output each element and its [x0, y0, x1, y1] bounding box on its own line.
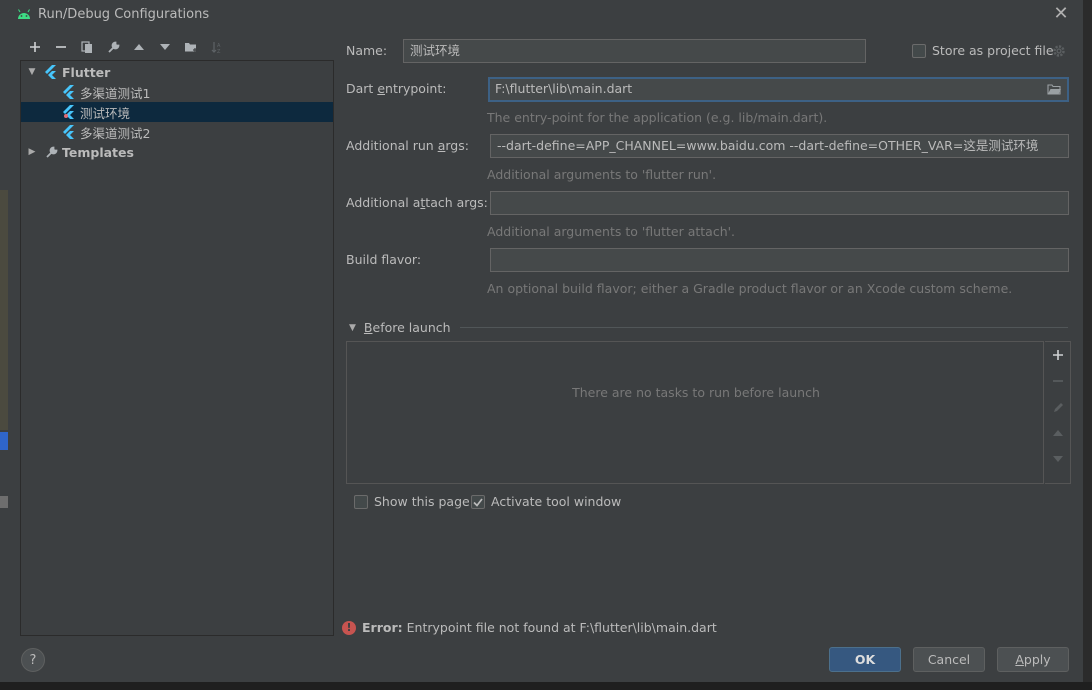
sort-icon[interactable]: AZ — [204, 37, 230, 57]
entrypoint-label: Dart entrypoint: — [346, 81, 446, 96]
configuration-tree: ▼ Flutter 多渠道测试1 测试环境 多渠道测试2 ▶ Templates — [20, 60, 334, 636]
build-flavor-hint: An optional build flavor; either a Gradl… — [487, 281, 1013, 296]
tree-item-config-3[interactable]: 多渠道测试2 — [21, 122, 333, 142]
android-icon — [18, 9, 30, 19]
tree-group-templates[interactable]: ▶ Templates — [21, 142, 333, 162]
new-folder-icon[interactable] — [178, 37, 204, 57]
background-bottom-strip — [0, 682, 1092, 690]
wrench-icon — [43, 144, 59, 160]
before-launch-toggle[interactable]: ▼ Before launch — [349, 320, 451, 335]
tree-item-label: 多渠道测试2 — [80, 125, 151, 141]
store-as-project-file-label[interactable]: Store as project file — [932, 43, 1054, 58]
add-task-icon[interactable] — [1045, 344, 1071, 366]
name-field[interactable]: 测试环境 — [403, 39, 866, 63]
section-divider — [460, 327, 1068, 328]
label-part: Additional a — [346, 195, 421, 210]
show-this-page-label[interactable]: Show this page — [374, 494, 470, 509]
apply-button[interactable]: Apply — [997, 647, 1069, 672]
name-label: Name: — [346, 43, 387, 58]
label-mnemonic: A — [1015, 652, 1024, 667]
flutter-icon — [61, 124, 77, 140]
add-icon[interactable] — [22, 37, 48, 57]
attach-args-hint: Additional arguments to 'flutter attach'… — [487, 224, 736, 239]
expanded-arrow-icon[interactable]: ▼ — [27, 67, 37, 77]
tree-item-label: 多渠道测试1 — [80, 85, 151, 101]
run-args-field[interactable]: --dart-define=APP_CHANNEL=www.baidu.com … — [490, 134, 1069, 158]
before-launch-task-list[interactable]: There are no tasks to run before launch — [346, 341, 1044, 484]
run-args-hint: Additional arguments to 'flutter run'. — [487, 167, 717, 182]
move-task-up-icon[interactable] — [1045, 422, 1071, 444]
before-launch-toolbar — [1045, 341, 1071, 484]
close-button[interactable]: ✕ — [1052, 5, 1070, 23]
label-part: tach args: — [425, 195, 488, 210]
attach-args-label: Additional attach args: — [346, 195, 488, 210]
background-gutter-band — [0, 190, 8, 430]
tree-group-flutter[interactable]: ▼ Flutter — [21, 62, 333, 82]
copy-icon[interactable] — [74, 37, 100, 57]
tree-group-label: Templates — [62, 144, 134, 160]
entrypoint-hint: The entry-point for the application (e.g… — [487, 110, 828, 125]
help-button[interactable]: ? — [21, 648, 45, 672]
store-as-project-file-checkbox[interactable] — [912, 44, 926, 58]
flutter-icon — [43, 64, 59, 80]
cancel-button[interactable]: Cancel — [913, 647, 985, 672]
config-toolbar: AZ — [22, 37, 230, 57]
before-launch-title: Before launch — [364, 320, 451, 335]
label-mnemonic: e — [377, 81, 386, 96]
svg-text:Z: Z — [217, 49, 221, 54]
checkmark-icon — [473, 497, 483, 507]
error-icon: ! — [342, 620, 356, 635]
build-flavor-field[interactable] — [490, 248, 1069, 272]
move-up-icon[interactable] — [126, 37, 152, 57]
before-launch-empty-text: There are no tasks to run before launch — [572, 385, 820, 400]
error-message-row: ! Error: Entrypoint file not found at F:… — [342, 620, 717, 635]
error-label: Error: — [362, 620, 403, 635]
label-part: Additional run — [346, 138, 438, 153]
remove-icon[interactable] — [48, 37, 74, 57]
label-part: rgs: — [445, 138, 469, 153]
show-this-page-checkbox[interactable] — [354, 495, 368, 509]
flutter-icon — [61, 104, 77, 120]
activate-tool-window-checkbox[interactable] — [471, 495, 485, 509]
edit-task-icon[interactable] — [1045, 396, 1071, 418]
activate-tool-window-label[interactable]: Activate tool window — [491, 494, 621, 509]
entrypoint-value: F:\flutter\lib\main.dart — [495, 81, 633, 96]
build-flavor-label: Build flavor: — [346, 252, 422, 267]
ok-button[interactable]: OK — [829, 647, 901, 672]
tree-item-label: 测试环境 — [80, 105, 131, 121]
tree-item-config-1[interactable]: 多渠道测试1 — [21, 82, 333, 102]
collapsed-arrow-icon[interactable]: ▶ — [27, 147, 37, 157]
attach-args-field[interactable] — [490, 191, 1069, 215]
run-debug-dialog: Run/Debug Configurations ✕ AZ ▼ Flutter … — [8, 0, 1084, 682]
move-task-down-icon[interactable] — [1045, 448, 1071, 470]
label-part: efore launch — [372, 320, 451, 335]
expanded-arrow-icon[interactable]: ▼ — [349, 323, 356, 333]
label-part: ntrypoint: — [385, 81, 447, 96]
background-editor-right — [1084, 0, 1092, 690]
flutter-icon — [61, 84, 77, 100]
tree-item-config-2[interactable]: 测试环境 — [21, 102, 333, 122]
label-part: Dart — [346, 81, 378, 96]
run-args-label: Additional run args: — [346, 138, 469, 153]
window-title: Run/Debug Configurations — [38, 7, 210, 22]
background-scroll-band — [0, 496, 8, 508]
label-part: pply — [1023, 652, 1051, 667]
gear-icon[interactable] — [1052, 44, 1066, 58]
background-selection-band — [0, 432, 8, 450]
remove-task-icon[interactable] — [1045, 370, 1071, 392]
error-message: Entrypoint file not found at F:\flutter\… — [406, 620, 717, 635]
background-editor-left — [0, 0, 8, 690]
label-mnemonic: B — [363, 320, 373, 335]
move-down-icon[interactable] — [152, 37, 178, 57]
tree-group-label: Flutter — [62, 64, 111, 80]
name-label-text: Name: — [346, 43, 388, 58]
title-bar: Run/Debug Configurations ✕ — [8, 0, 1084, 30]
wrench-icon[interactable] — [100, 37, 126, 57]
entrypoint-field[interactable]: F:\flutter\lib\main.dart — [488, 77, 1069, 102]
folder-browse-icon[interactable] — [1047, 83, 1061, 95]
